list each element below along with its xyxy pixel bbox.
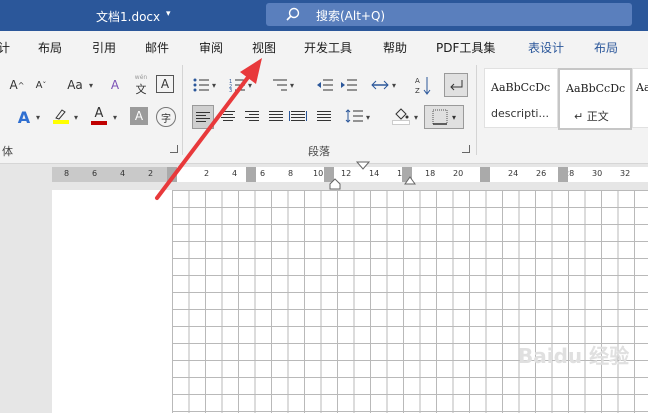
arrow-head <box>240 58 262 84</box>
arrow-shaft <box>155 70 254 200</box>
annotation-arrow <box>155 58 262 200</box>
